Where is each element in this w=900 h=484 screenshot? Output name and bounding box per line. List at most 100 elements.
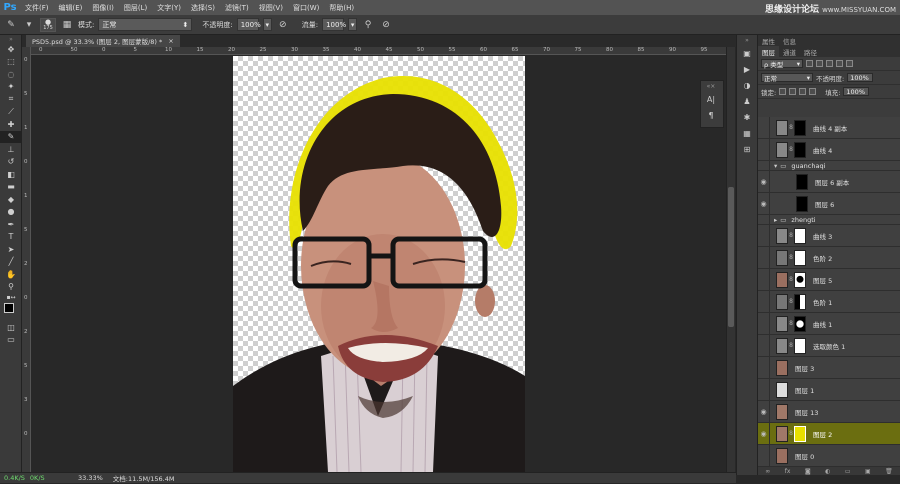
pressure-opacity-icon[interactable]: ⊘	[276, 18, 290, 32]
tab-properties[interactable]: 属性	[758, 35, 779, 46]
paragraph-panel-icon[interactable]: ¶	[701, 107, 721, 123]
blend-mode-select[interactable]: 正常 ▾	[761, 73, 813, 83]
visibility-toggle[interactable]	[758, 215, 770, 224]
fill-input[interactable]: 100%	[843, 87, 870, 96]
mode-select[interactable]: 正常 ⬍	[98, 18, 193, 31]
visibility-toggle[interactable]: ◉	[758, 193, 770, 214]
menu-help[interactable]: 帮助(H)	[324, 3, 359, 13]
close-icon[interactable]: ×	[168, 37, 173, 45]
visibility-toggle[interactable]	[758, 357, 770, 378]
layer-row[interactable]: 图层 1	[758, 379, 900, 401]
chevron-down-icon[interactable]: ▾	[774, 162, 777, 170]
layer-mask-thumbnail[interactable]	[794, 119, 806, 136]
document-canvas[interactable]	[233, 56, 525, 472]
brush-panel-icon[interactable]: ▦	[737, 125, 757, 141]
clone-stamp-tool-icon[interactable]: ⊥	[0, 143, 22, 156]
document-tab[interactable]: PSD5.psd @ 33.3% (图层 2, 图层蒙版/8) * ×	[26, 35, 180, 47]
layer-row[interactable]: 8 曲线 3	[758, 225, 900, 247]
character-panel-icon[interactable]: A|	[701, 91, 721, 107]
menu-file[interactable]: 文件(F)	[20, 3, 54, 13]
screen-mode-icon[interactable]: ▭	[0, 334, 22, 347]
layer-row[interactable]: 8 色阶 2	[758, 247, 900, 269]
flow-input[interactable]: 100%	[322, 18, 346, 31]
layer-row[interactable]: 8 曲线 4	[758, 139, 900, 161]
layer-row-selected[interactable]: ◉ 8 图层 2	[758, 423, 900, 445]
eraser-tool-icon[interactable]: ◧	[0, 168, 22, 181]
menu-view[interactable]: 视图(V)	[254, 3, 288, 13]
move-tool-icon[interactable]: ✥	[0, 43, 22, 56]
lock-position-icon[interactable]	[799, 88, 807, 95]
layer-row[interactable]: 图层 3	[758, 357, 900, 379]
styles-panel-icon[interactable]: ♟	[737, 93, 757, 109]
layer-row[interactable]: 8 色阶 1	[758, 291, 900, 313]
visibility-toggle[interactable]	[758, 313, 770, 334]
menu-layer[interactable]: 图层(L)	[119, 3, 152, 13]
layer-group-row[interactable]: ▾ ▭ guanchaqi	[758, 161, 900, 171]
layer-thumbnail[interactable]	[796, 195, 808, 212]
dock-collapse-icon[interactable]: »	[737, 35, 757, 45]
filter-pixel-icon[interactable]	[806, 60, 813, 67]
visibility-toggle[interactable]	[758, 269, 770, 290]
filter-smart-icon[interactable]	[846, 60, 853, 67]
eyedropper-tool-icon[interactable]: ⟋	[0, 106, 22, 119]
visibility-toggle[interactable]: ◉	[758, 423, 770, 444]
default-colors-icon[interactable]: ▪↔	[0, 293, 22, 301]
add-mask-icon[interactable]: ◙	[805, 468, 811, 475]
blur-tool-icon[interactable]: ◆	[0, 193, 22, 206]
canvas-area[interactable]	[31, 55, 726, 472]
layer-opacity-input[interactable]: 100%	[847, 73, 874, 82]
layer-mask-thumbnail[interactable]	[794, 227, 806, 244]
brush-tool-icon[interactable]: ✎	[0, 130, 22, 143]
layer-row[interactable]: 8 曲线 1	[758, 313, 900, 335]
panel-collapse-icon[interactable]: «×	[701, 81, 721, 91]
tab-paths[interactable]: 路径	[800, 46, 821, 57]
gradient-tool-icon[interactable]: ▬	[0, 181, 22, 194]
lock-transparent-icon[interactable]	[779, 88, 787, 95]
filter-adjustment-icon[interactable]	[816, 60, 823, 67]
menu-type[interactable]: 文字(Y)	[152, 3, 186, 13]
path-select-tool-icon[interactable]: ➤	[0, 243, 22, 256]
menu-select[interactable]: 选择(S)	[186, 3, 220, 13]
layer-filter-select[interactable]: ρ 类型 ▾	[761, 59, 803, 69]
scrollbar-thumb[interactable]	[728, 187, 734, 327]
visibility-toggle[interactable]	[758, 335, 770, 356]
healing-tool-icon[interactable]: ✚	[0, 118, 22, 131]
marquee-tool-icon[interactable]: ⬚	[0, 56, 22, 69]
history-panel-icon[interactable]: ▣	[737, 45, 757, 61]
lasso-tool-icon[interactable]: ◌	[0, 68, 22, 81]
visibility-toggle[interactable]: ◉	[758, 171, 770, 192]
layer-row[interactable]: 8 曲线 4 副本	[758, 117, 900, 139]
actions-panel-icon[interactable]: ▶	[737, 61, 757, 77]
menu-window[interactable]: 窗口(W)	[288, 3, 324, 13]
type-tool-icon[interactable]: T	[0, 231, 22, 244]
quick-select-tool-icon[interactable]: ✦	[0, 81, 22, 94]
new-layer-icon[interactable]: ▣	[865, 468, 871, 475]
visibility-toggle[interactable]	[758, 247, 770, 268]
trash-icon[interactable]: 🗑	[885, 468, 893, 475]
color-swatches[interactable]	[0, 301, 22, 321]
adjustments-panel-icon[interactable]: ◑	[737, 77, 757, 93]
adjustment-layer-icon[interactable]: ◐	[825, 468, 830, 475]
layer-group-row[interactable]: ▸ ▭ zhengti	[758, 215, 900, 225]
brush-size-picker[interactable]: ● 175	[40, 17, 56, 32]
canvas-vertical-scrollbar[interactable]	[726, 47, 735, 472]
layer-mask-thumbnail[interactable]	[794, 249, 806, 266]
visibility-toggle[interactable]: ◉	[758, 401, 770, 422]
airbrush-icon[interactable]: ⚲	[361, 18, 375, 32]
pen-tool-icon[interactable]: ✒	[0, 218, 22, 231]
hand-tool-icon[interactable]: ✋	[0, 268, 22, 281]
opacity-input[interactable]: 100%	[236, 18, 261, 31]
visibility-toggle[interactable]	[758, 161, 770, 170]
swatches-panel-icon[interactable]: ✱	[737, 109, 757, 125]
visibility-toggle[interactable]	[758, 445, 770, 466]
layer-row[interactable]: ◉ 图层 6 副本	[758, 171, 900, 193]
layer-row[interactable]: 图层 0	[758, 445, 900, 467]
layer-thumbnail[interactable]	[796, 173, 808, 190]
pressure-size-icon[interactable]: ⊘	[379, 18, 393, 32]
visibility-toggle[interactable]	[758, 139, 770, 160]
tab-channels[interactable]: 通道	[779, 46, 800, 57]
visibility-toggle[interactable]	[758, 379, 770, 400]
menu-filter[interactable]: 滤镜(T)	[220, 3, 254, 13]
clone-source-panel-icon[interactable]: ⊞	[737, 141, 757, 157]
tab-layers[interactable]: 图层	[758, 46, 779, 57]
